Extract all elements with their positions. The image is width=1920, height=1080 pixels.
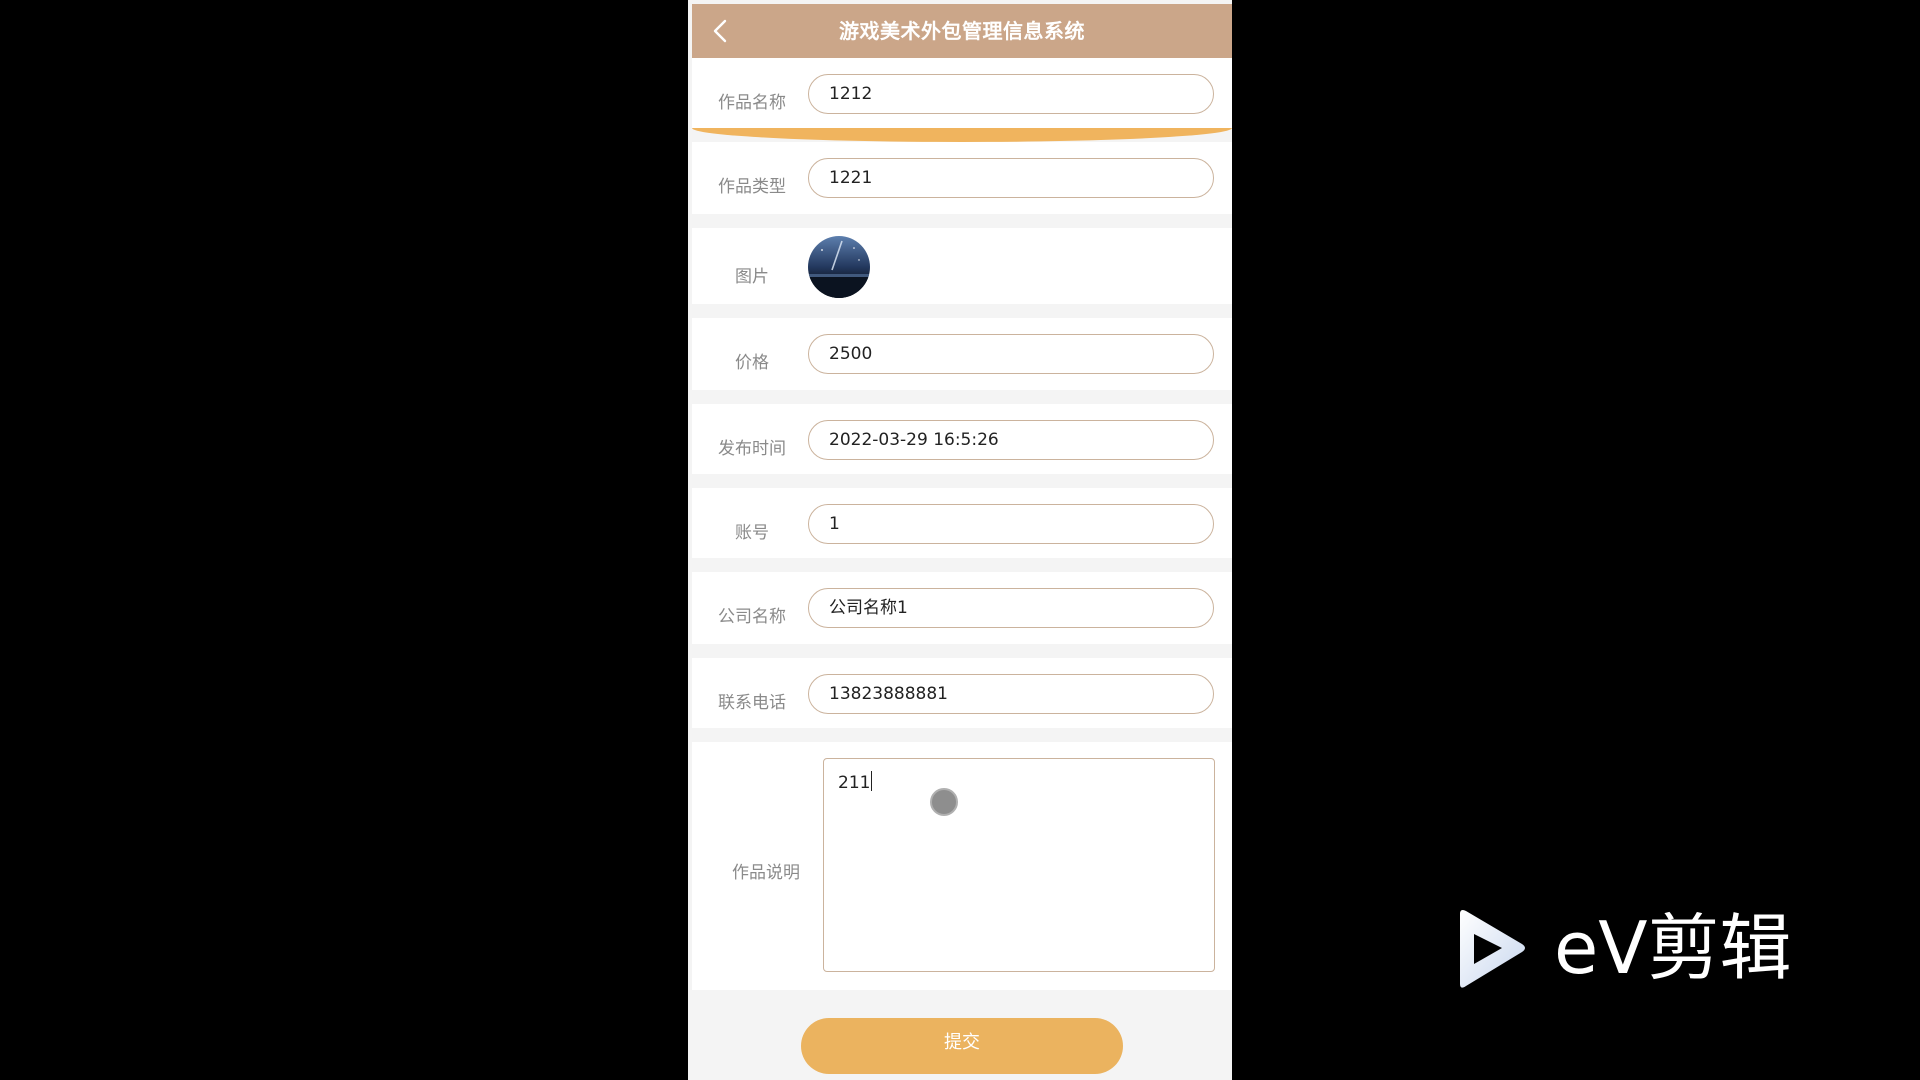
company-name-input[interactable]: 公司名称1 — [808, 588, 1214, 628]
publish-time-input[interactable]: 2022-03-29 16:5:26 — [808, 420, 1214, 460]
night-sky-image[interactable] — [808, 236, 870, 298]
account-label: 账号 — [735, 523, 769, 543]
row-image: 图片 — [692, 228, 1232, 304]
submit-button[interactable]: 提交 — [801, 1018, 1123, 1074]
description-textarea[interactable]: 211 — [823, 758, 1215, 972]
image-label: 图片 — [735, 267, 769, 287]
screen: 游戏美术外包管理信息系统 作品名称 1212 作品类型 1221 图片 价格 2… — [0, 0, 1920, 1080]
work-type-label: 作品类型 — [718, 177, 786, 197]
phone-label: 联系电话 — [718, 693, 786, 713]
row-price: 价格 2500 — [692, 318, 1232, 390]
work-name-label: 作品名称 — [718, 93, 786, 113]
row-account: 账号 1 — [692, 488, 1232, 558]
work-name-input[interactable]: 1212 — [808, 74, 1214, 114]
price-input[interactable]: 2500 — [808, 334, 1214, 374]
row-description: 作品说明 211 — [692, 742, 1232, 990]
row-publish-time: 发布时间 2022-03-29 16:5:26 — [692, 404, 1232, 474]
header-bar: 游戏美术外包管理信息系统 — [692, 4, 1232, 58]
page-title: 游戏美术外包管理信息系统 — [839, 19, 1085, 43]
play-logo-icon — [1460, 910, 1525, 988]
description-text: 211 — [838, 773, 871, 793]
touch-pointer-indicator — [930, 788, 958, 816]
row-work-type: 作品类型 1221 — [692, 142, 1232, 214]
phone-input[interactable]: 13823888881 — [808, 674, 1214, 714]
price-label: 价格 — [735, 353, 769, 373]
row-phone: 联系电话 13823888881 — [692, 658, 1232, 728]
row-work-name: 作品名称 1212 — [692, 58, 1232, 128]
description-label: 作品说明 — [732, 863, 800, 883]
account-input[interactable]: 1 — [808, 504, 1214, 544]
company-name-label: 公司名称 — [718, 607, 786, 627]
work-type-input[interactable]: 1221 — [808, 158, 1214, 198]
phone-viewport: 游戏美术外包管理信息系统 作品名称 1212 作品类型 1221 图片 价格 2… — [688, 0, 1232, 1080]
watermark-text: eV剪辑 — [1554, 906, 1792, 990]
row-company-name: 公司名称 公司名称1 — [692, 572, 1232, 644]
text-caret — [871, 771, 873, 791]
decorative-strip — [692, 128, 1232, 142]
watermark: eV剪辑 — [1450, 902, 1820, 998]
publish-time-label: 发布时间 — [718, 439, 786, 459]
